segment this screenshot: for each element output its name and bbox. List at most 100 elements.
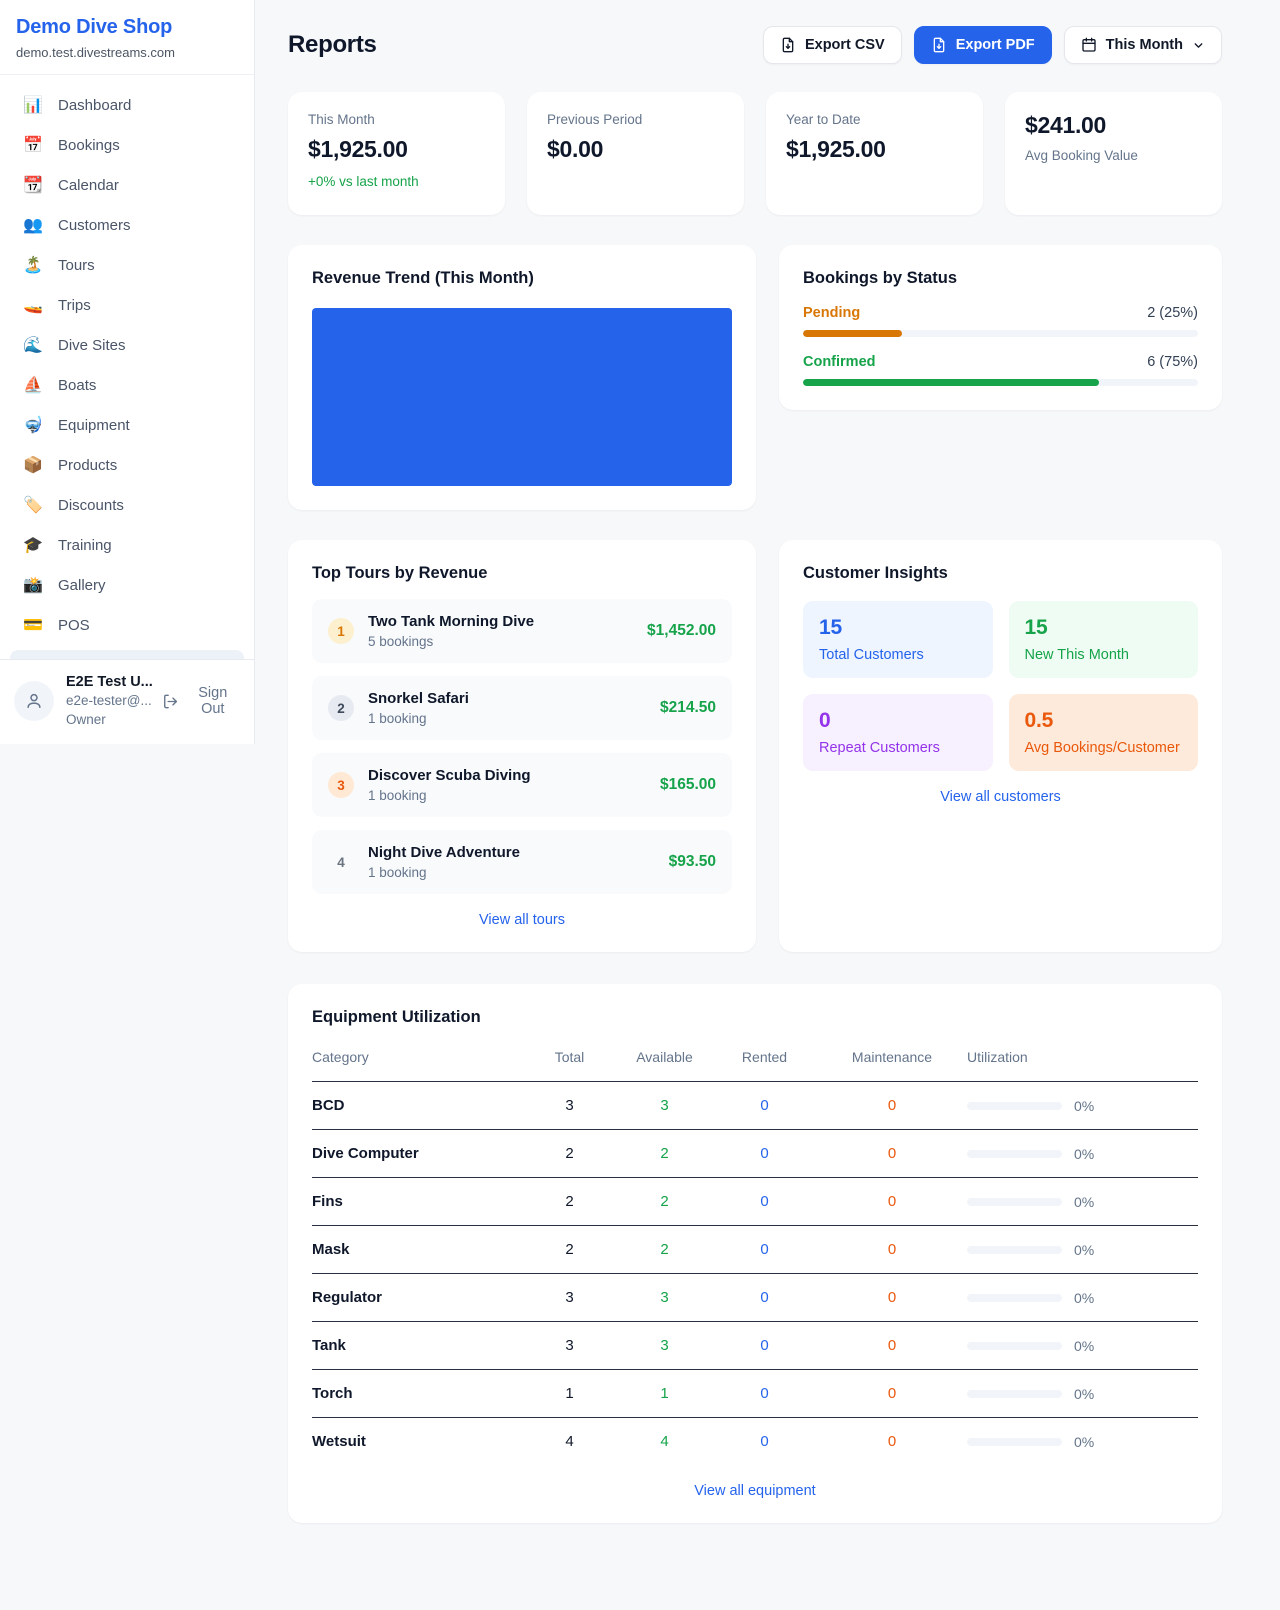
table-row: Wetsuit 4 4 0 0 0% [312, 1418, 1198, 1465]
utilization-track [967, 1246, 1062, 1254]
sidebar-item-label: Dashboard [58, 97, 131, 114]
sidebar-item-training[interactable]: 🎓Training [10, 525, 244, 565]
cell-utilization: 0% [967, 1098, 1198, 1114]
graduation-cap-icon: 🎓 [22, 535, 44, 555]
island-icon: 🏝️ [22, 255, 44, 275]
sign-out-label: Sign Out [186, 685, 241, 717]
cell-maintenance: 0 [817, 1385, 967, 1402]
brand-domain: demo.test.divestreams.com [16, 45, 238, 60]
cell-utilization: 0% [967, 1338, 1198, 1354]
tile-label: Avg Bookings/Customer [1025, 740, 1183, 756]
view-all-equipment-link[interactable]: View all equipment [312, 1483, 1198, 1499]
sidebar-item-products[interactable]: 📦 Products [10, 445, 244, 485]
sidebar-header: Demo Dive Shop demo.test.divestreams.com [0, 0, 254, 75]
sidebar-item-dashboard[interactable]: 📊 Dashboard [10, 85, 244, 125]
cell-maintenance: 0 [817, 1241, 967, 1258]
dashboard-icon: 📊 [22, 95, 44, 115]
progress-fill [803, 330, 902, 337]
utilization-pct: 0% [1074, 1194, 1094, 1210]
top-tours-card: Top Tours by Revenue 1 Two Tank Morning … [288, 540, 756, 952]
sidebar-item-trips[interactable]: 🚤Trips [10, 285, 244, 325]
cell-total: 2 [522, 1241, 617, 1258]
cell-rented: 0 [712, 1433, 817, 1450]
sidebar-item-label: Customers [58, 217, 131, 234]
rank-badge: 2 [328, 695, 354, 721]
brand-name[interactable]: Demo Dive Shop [16, 16, 238, 39]
customer-insights-title: Customer Insights [803, 564, 1198, 583]
tour-revenue: $165.00 [660, 776, 716, 794]
sidebar-nav: 📊 Dashboard 📅Bookings 📆Calendar 👥 Customer… [0, 75, 254, 645]
view-all-tours-link[interactable]: View all tours [312, 912, 732, 928]
stat-value: $1,925.00 [786, 136, 963, 163]
tearoff-calendar-icon: 📆 [22, 175, 44, 195]
sidebar-item-label: Dive Sites [58, 337, 126, 354]
sidebar-item-dive-sites[interactable]: 🌊Dive Sites [10, 325, 244, 365]
cell-total: 3 [522, 1289, 617, 1306]
tile-label: New This Month [1025, 647, 1183, 663]
tour-item: 4 Night Dive Adventure1 booking $93.50 [312, 830, 732, 894]
sidebar-item-customers[interactable]: 👥 Customers [10, 205, 244, 245]
tile-repeat-customers: 0 Repeat Customers [803, 694, 993, 771]
utilization-pct: 0% [1074, 1098, 1094, 1114]
cell-total: 4 [522, 1433, 617, 1450]
cell-available: 2 [617, 1241, 712, 1258]
revenue-trend-chart [312, 308, 732, 486]
file-download-icon [780, 37, 796, 53]
sidebar-item-label: Tours [58, 257, 95, 274]
view-all-customers-link[interactable]: View all customers [803, 789, 1198, 805]
sidebar-item-equipment[interactable]: 🤿Equipment [10, 405, 244, 445]
sidebar-item-label: Products [58, 457, 117, 474]
sidebar-item-gallery[interactable]: 📸Gallery [10, 565, 244, 605]
tour-name: Snorkel Safari [368, 690, 469, 707]
utilization-pct: 0% [1074, 1386, 1094, 1402]
sign-out-button[interactable]: Sign Out [162, 685, 240, 717]
sidebar-item-bookings[interactable]: 📅Bookings [10, 125, 244, 165]
avatar [14, 681, 54, 721]
period-dropdown[interactable]: This Month [1064, 26, 1222, 64]
export-csv-label: Export CSV [805, 37, 885, 53]
table-row: Tank 3 3 0 0 0% [312, 1322, 1198, 1370]
stat-label: Year to Date [786, 112, 963, 127]
insights-row: Top Tours by Revenue 1 Two Tank Morning … [288, 540, 1222, 952]
col-utilization: Utilization [967, 1049, 1198, 1065]
cell-total: 2 [522, 1145, 617, 1162]
cell-category: BCD [312, 1097, 522, 1114]
export-pdf-button[interactable]: Export PDF [914, 26, 1052, 64]
stat-card-previous-period: Previous Period $0.00 [527, 92, 744, 215]
customer-insights-card: Customer Insights 15 Total Customers 15 … [779, 540, 1222, 952]
sidebar-item-boats[interactable]: ⛵Boats [10, 365, 244, 405]
rank-badge: 1 [328, 618, 354, 644]
tile-value: 15 [819, 616, 977, 640]
sidebar-item-calendar[interactable]: 📆Calendar [10, 165, 244, 205]
sidebar-item-discounts[interactable]: 🏷️Discounts [10, 485, 244, 525]
stat-card-avg-booking-value: $241.00 Avg Booking Value [1005, 92, 1222, 215]
person-icon [24, 691, 44, 711]
tour-name: Two Tank Morning Dive [368, 613, 534, 630]
cell-available: 1 [617, 1385, 712, 1402]
cell-maintenance: 0 [817, 1337, 967, 1354]
utilization-track [967, 1438, 1062, 1446]
cell-rented: 0 [712, 1241, 817, 1258]
equipment-table: Category Total Available Rented Maintena… [312, 1039, 1198, 1465]
tour-item: 1 Two Tank Morning Dive5 bookings $1,452… [312, 599, 732, 663]
bookings-by-status-title: Bookings by Status [803, 269, 1198, 288]
sidebar-item-pos[interactable]: 💳POS [10, 605, 244, 645]
equipment-utilization-card: Equipment Utilization Category Total Ava… [288, 984, 1222, 1523]
package-icon: 📦 [22, 455, 44, 475]
table-row: Regulator 3 3 0 0 0% [312, 1274, 1198, 1322]
sidebar: Demo Dive Shop demo.test.divestreams.com… [0, 0, 255, 744]
stat-card-year-to-date: Year to Date $1,925.00 [766, 92, 983, 215]
rank-badge: 3 [328, 772, 354, 798]
chevron-down-icon [1192, 39, 1205, 52]
people-icon: 👥 [22, 215, 44, 235]
progress-track [803, 330, 1198, 337]
sidebar-item-reports-partial[interactable] [10, 650, 244, 659]
utilization-pct: 0% [1074, 1146, 1094, 1162]
tour-item: 2 Snorkel Safari1 booking $214.50 [312, 676, 732, 740]
user-panel: E2E Test U... e2e-tester@... Owner Sign … [0, 659, 254, 744]
cell-total: 3 [522, 1097, 617, 1114]
sidebar-item-label: Boats [58, 377, 96, 394]
sidebar-item-tours[interactable]: 🏝️ Tours [10, 245, 244, 285]
export-csv-button[interactable]: Export CSV [763, 26, 902, 64]
stat-label: This Month [308, 112, 485, 127]
